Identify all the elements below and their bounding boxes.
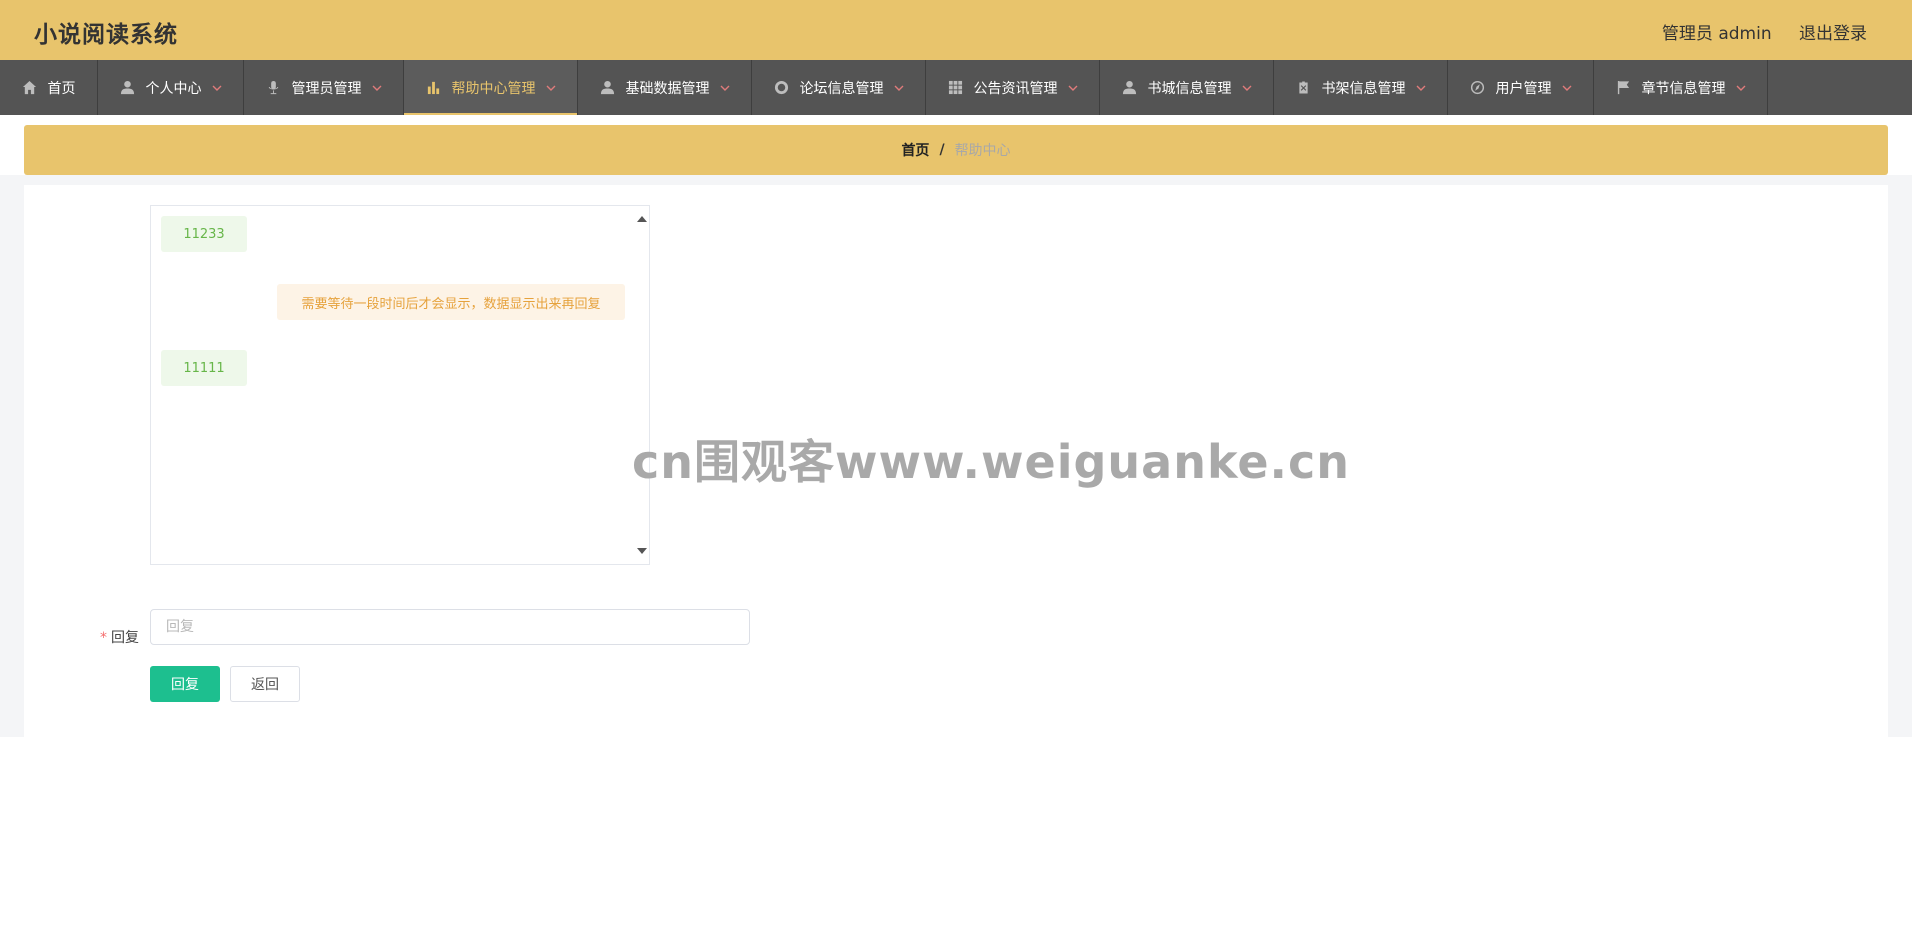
nav-item-users[interactable]: 用户管理	[1448, 60, 1594, 115]
nav-label: 用户管理	[1495, 80, 1552, 97]
chevron-down-icon	[1068, 83, 1078, 93]
chat-message-left: 11233	[161, 216, 247, 252]
nav-item-admin-management[interactable]: 管理员管理	[244, 60, 404, 115]
breadcrumb: 首页 / 帮助中心	[24, 125, 1888, 175]
scroll-down-arrow-icon[interactable]	[637, 548, 647, 554]
chat-message-left: 11111	[161, 350, 247, 386]
user-icon	[1122, 80, 1138, 96]
nav-item-forum[interactable]: 论坛信息管理	[752, 60, 926, 115]
admin-greeting: 管理员 admin	[1661, 24, 1772, 44]
chevron-down-icon	[212, 83, 222, 93]
nav-item-basic-data[interactable]: 基础数据管理	[578, 60, 752, 115]
back-button[interactable]: 返回	[230, 666, 300, 702]
nav-item-bookstore[interactable]: 书城信息管理	[1100, 60, 1274, 115]
nav-label: 个人中心	[145, 80, 202, 97]
compass-icon	[1470, 80, 1486, 96]
nav-label: 帮助中心管理	[451, 80, 536, 97]
reply-label-text: 回复	[111, 630, 139, 646]
watermark: cn围观客www.weiguanke.cn	[632, 435, 1351, 489]
flag-icon	[1616, 80, 1632, 96]
reply-label: * 回复	[100, 627, 139, 647]
breadcrumb-separator: /	[939, 142, 945, 158]
app-title: 小说阅读系统	[34, 22, 178, 48]
user-area: 管理员 admin 退出登录	[1662, 19, 1867, 44]
chevron-down-icon	[1562, 83, 1572, 93]
nav-item-chapters[interactable]: 章节信息管理	[1594, 60, 1768, 115]
bar-chart-icon	[426, 80, 442, 96]
chevron-down-icon	[1242, 83, 1252, 93]
chevron-down-icon	[372, 83, 382, 93]
user-icon	[600, 80, 616, 96]
grid-icon	[948, 80, 964, 96]
nav-item-help-center[interactable]: 帮助中心管理	[404, 60, 578, 115]
lifebuoy-icon	[774, 80, 790, 96]
clipboard-icon	[1296, 80, 1312, 96]
reply-input[interactable]	[150, 609, 750, 645]
top-header: 小说阅读系统 管理员 admin 退出登录	[0, 0, 1912, 60]
chevron-down-icon	[1416, 83, 1426, 93]
nav-label: 书架信息管理	[1321, 80, 1406, 97]
nav-item-home[interactable]: 首页	[0, 60, 98, 115]
nav-label: 管理员管理	[291, 80, 362, 97]
breadcrumb-current: 帮助中心	[954, 143, 1011, 159]
microphone-icon	[266, 80, 282, 96]
chat-scrollbar[interactable]	[635, 206, 649, 564]
home-icon	[22, 80, 38, 96]
nav-label: 基础数据管理	[625, 80, 710, 97]
nav-label: 首页	[47, 80, 76, 97]
chevron-down-icon	[720, 83, 730, 93]
required-mark: *	[100, 630, 107, 646]
nav-item-announcements[interactable]: 公告资讯管理	[926, 60, 1100, 115]
nav-label: 章节信息管理	[1641, 80, 1726, 97]
nav-label: 论坛信息管理	[799, 80, 884, 97]
nav-label: 公告资讯管理	[973, 80, 1058, 97]
chat-message-right: 需要等待一段时间后才会显示，数据显示出来再回复	[277, 284, 625, 320]
nav-item-bookshelf[interactable]: 书架信息管理	[1274, 60, 1448, 115]
main-nav: 首页 个人中心 管理员管理 帮助中心管理 基础数据管理 论坛信息管理 公告资讯管…	[0, 60, 1912, 115]
user-icon	[120, 80, 136, 96]
chat-history[interactable]: 11233 需要等待一段时间后才会显示，数据显示出来再回复 11111	[150, 205, 650, 565]
reply-button[interactable]: 回复	[150, 666, 220, 702]
scroll-up-arrow-icon[interactable]	[637, 216, 647, 222]
logout-link[interactable]: 退出登录	[1799, 19, 1867, 44]
nav-item-personal-center[interactable]: 个人中心	[98, 60, 244, 115]
chevron-down-icon	[894, 83, 904, 93]
chevron-down-icon	[1736, 83, 1746, 93]
chevron-down-icon	[546, 83, 556, 93]
nav-label: 书城信息管理	[1147, 80, 1232, 97]
breadcrumb-home[interactable]: 首页	[901, 140, 929, 160]
